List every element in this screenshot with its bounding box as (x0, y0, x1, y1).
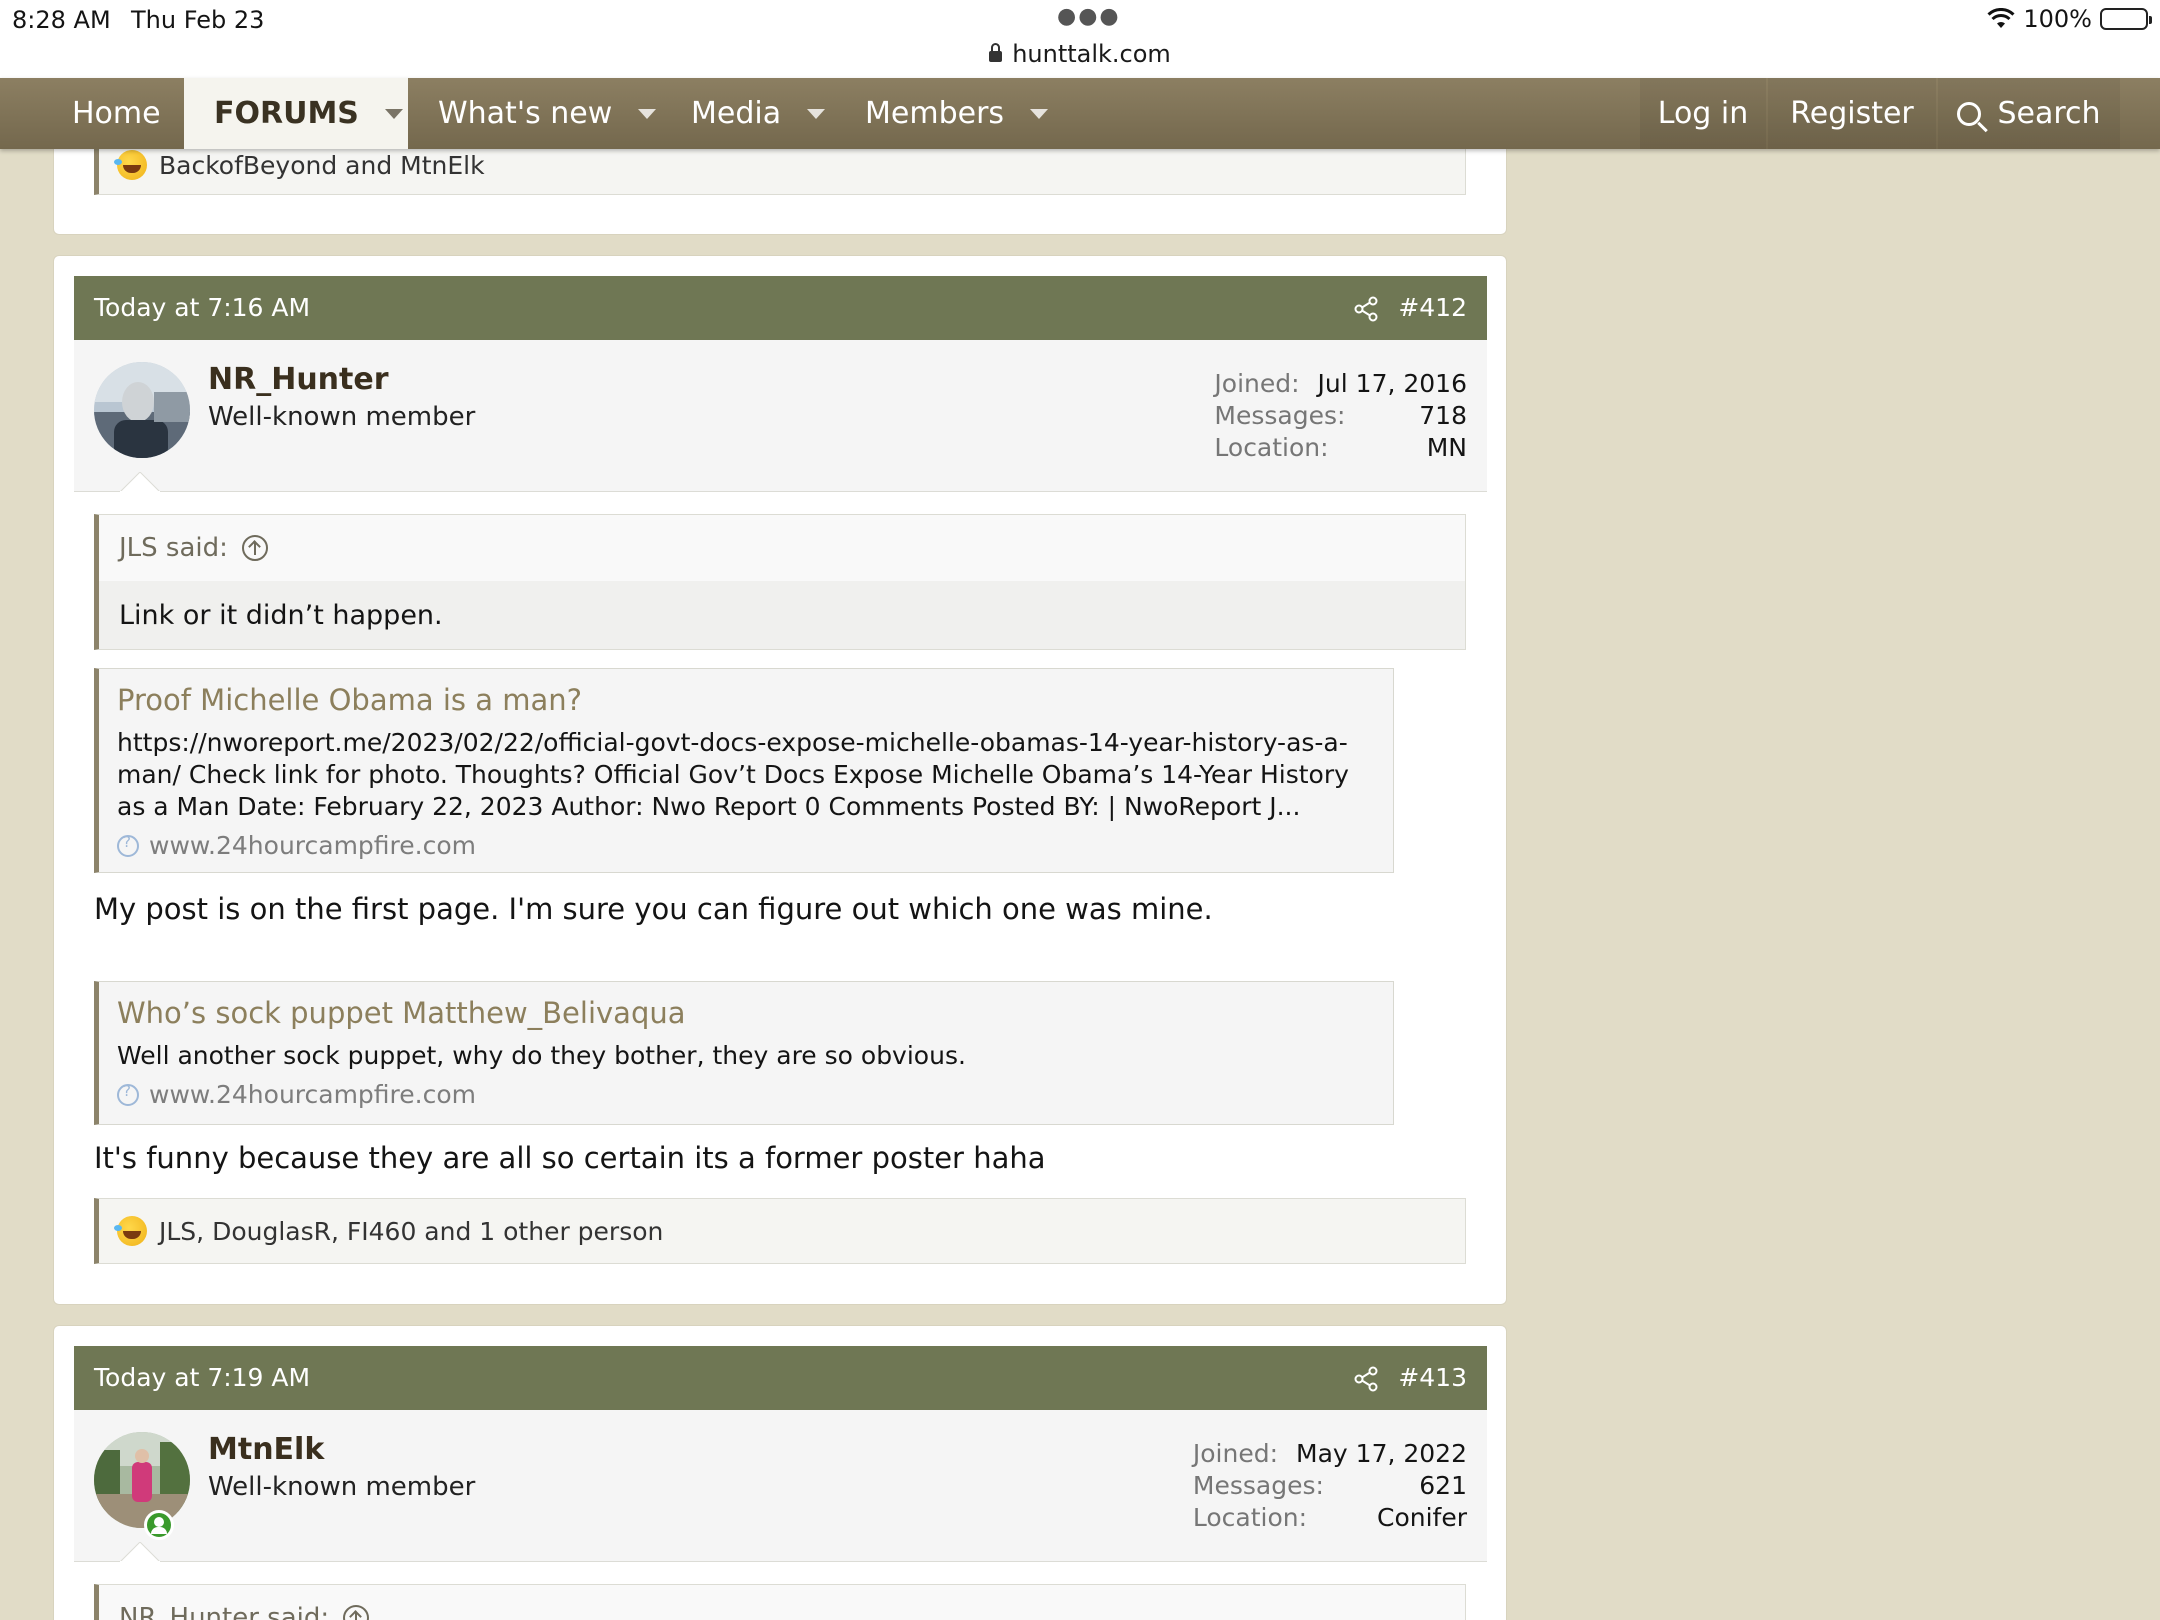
user-pointer-arrow (120, 1542, 160, 1562)
search-icon (1957, 101, 1982, 126)
nav-forums[interactable]: FORUMS (184, 78, 408, 149)
post-text: My post is on the first page. I'm sure y… (94, 892, 1213, 926)
link-preview-domain[interactable]: www.24hourcampfire.com (117, 1080, 1375, 1109)
user-info: MtnElk Well-known member Joined: May 17, … (74, 1410, 1487, 1562)
address-bar[interactable]: hunttalk.com (0, 40, 2160, 68)
login-button[interactable]: Log in (1640, 78, 1766, 149)
stat-label: Location: (1214, 433, 1329, 462)
stat-label: Messages: (1192, 1471, 1324, 1500)
stat-label: Joined: (1214, 369, 1300, 398)
arrow-up-circle-icon[interactable] (241, 535, 268, 561)
url-text: hunttalk.com (1012, 40, 1171, 68)
reactions-text[interactable]: JLS, DouglasR, FI460 and 1 other person (159, 1217, 663, 1246)
arrow-up-circle-icon[interactable] (343, 1605, 370, 1620)
username-link[interactable]: MtnElk (208, 1432, 324, 1467)
site-favicon-icon (117, 1082, 139, 1106)
user-stats: Joined: May 17, 2022 Messages: 621 Locatio… (1193, 1438, 1467, 1534)
online-status-icon (144, 1510, 174, 1540)
user-pointer-arrow (120, 472, 160, 492)
user-title: Well-known member (208, 1472, 476, 1502)
avatar[interactable] (94, 362, 190, 458)
battery-icon (2100, 8, 2152, 30)
register-button[interactable]: Register (1768, 78, 1936, 149)
quote-text: Link or it didn’t happen. (99, 581, 1465, 649)
link-preview-domain[interactable]: www.24hourcampfire.com (117, 831, 1375, 872)
stat-label: Messages: (1214, 401, 1346, 430)
stat-value: May 17, 2022 (1296, 1439, 1467, 1468)
quote-block: NR_Hunter said: (94, 1584, 1466, 1620)
stat-value: Jul 17, 2016 (1317, 369, 1467, 398)
link-preview-title[interactable]: Who’s sock puppet Matthew_Belivaqua (117, 996, 1375, 1030)
laughing-emoji-icon (114, 150, 147, 180)
stat-value: Conifer (1376, 1503, 1467, 1532)
nav-whats-new-label: What's new (438, 96, 613, 131)
link-preview-text: https://nworeport.me/2023/02/22/official… (117, 728, 1349, 821)
search-button[interactable]: Search (1938, 78, 2120, 149)
battery-percent: 100% (2023, 5, 2092, 33)
link-domain-text: www.24hourcampfire.com (149, 831, 477, 860)
quote-author[interactable]: JLS said: (99, 515, 1465, 581)
quote-author[interactable]: NR_Hunter said: (99, 1585, 1465, 1620)
reactions-text[interactable]: BackofBeyond and MtnElk (159, 151, 485, 180)
quote-block: JLS said: Link or it didn’t happen. (94, 514, 1466, 650)
stat-label: Joined: (1192, 1439, 1279, 1468)
stat-value: 621 (1419, 1471, 1467, 1500)
post-date[interactable]: Today at 7:16 AM (94, 293, 310, 322)
quote-author-label[interactable]: NR_Hunter said: (119, 1603, 329, 1620)
chevron-down-icon[interactable] (1030, 108, 1049, 119)
link-domain-text: www.24hourcampfire.com (149, 1080, 477, 1109)
more-dots-icon[interactable]: ●●● (1057, 4, 1121, 29)
share-icon[interactable] (1353, 1366, 1379, 1392)
stat-label: Location: (1192, 1503, 1308, 1532)
post-number[interactable]: #413 (1398, 1363, 1467, 1392)
status-bar: 8:28 AM Thu Feb 23 ●●● hunttalk.com 100% (0, 0, 2160, 78)
post-number[interactable]: #412 (1398, 293, 1467, 322)
avatar[interactable] (94, 1432, 190, 1528)
nav-forums-label: FORUMS (214, 96, 359, 131)
nav-members[interactable]: Members (865, 78, 1049, 149)
link-preview-card[interactable]: Proof Michelle Obama is a man? https://n… (94, 668, 1394, 873)
user-stats: Joined: Jul 17, 2016 Messages: 718 Locatio… (1214, 368, 1467, 464)
site-favicon-icon (117, 833, 139, 857)
link-preview-text: Well another sock puppet, why do they bo… (117, 1041, 966, 1070)
nav-media-label: Media (691, 96, 782, 131)
share-icon[interactable] (1353, 296, 1379, 322)
post-text: It's funny because they are all so certa… (94, 1141, 1046, 1175)
user-title: Well-known member (208, 402, 476, 432)
stat-value: MN (1426, 433, 1467, 462)
post-header: Today at 7:16 AM #412 (74, 276, 1487, 340)
lock-icon (989, 43, 1003, 62)
quote-author-label[interactable]: JLS said: (119, 533, 228, 563)
post-412: Today at 7:16 AM #412 NR_Hunter Well-kno… (53, 255, 1507, 1305)
status-time: 8:28 AM (12, 6, 111, 34)
nav-media[interactable]: Media (691, 78, 826, 149)
reactions-bar[interactable]: JLS, DouglasR, FI460 and 1 other person (94, 1198, 1466, 1264)
nav-home-label: Home (72, 96, 161, 131)
link-preview-card[interactable]: Who’s sock puppet Matthew_Belivaqua Well… (94, 981, 1394, 1125)
search-label: Search (1997, 96, 2101, 131)
laughing-emoji-icon (114, 1216, 147, 1246)
chevron-down-icon[interactable] (638, 108, 657, 119)
stat-value: 718 (1419, 401, 1467, 430)
post-413: Today at 7:19 AM #413 MtnElk Well-known … (53, 1325, 1507, 1620)
register-label: Register (1790, 96, 1914, 131)
post-date[interactable]: Today at 7:19 AM (94, 1363, 310, 1392)
status-date: Thu Feb 23 (131, 6, 265, 34)
username-link[interactable]: NR_Hunter (208, 362, 389, 397)
nav-home[interactable]: Home (72, 78, 161, 149)
wifi-icon (1987, 8, 2015, 30)
chevron-down-icon[interactable] (384, 108, 403, 119)
nav-whats-new[interactable]: What's new (438, 78, 657, 149)
link-preview-title[interactable]: Proof Michelle Obama is a man? (117, 683, 1375, 717)
main-nav: Home FORUMS What's new Media Members Log… (0, 78, 2160, 149)
nav-members-label: Members (865, 96, 1005, 131)
user-info: NR_Hunter Well-known member Joined: Jul 1… (74, 340, 1487, 492)
login-label: Log in (1657, 96, 1749, 131)
chevron-down-icon[interactable] (807, 108, 826, 119)
post-header: Today at 7:19 AM #413 (74, 1346, 1487, 1410)
